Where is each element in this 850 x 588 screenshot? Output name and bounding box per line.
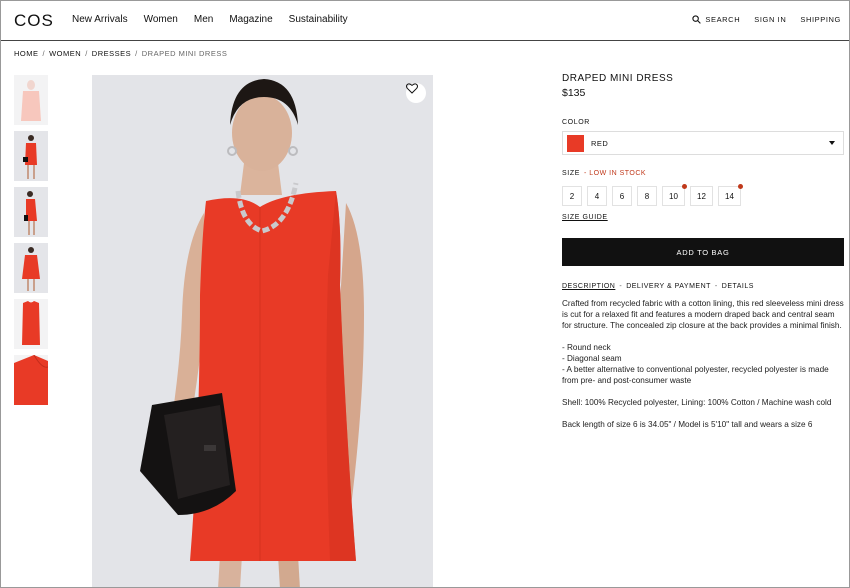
breadcrumb-home[interactable]: HOME xyxy=(14,49,39,58)
size-option-label: 10 xyxy=(669,191,678,201)
info-tabs: DESCRIPTION - DELIVERY & PAYMENT - DETAI… xyxy=(562,283,844,290)
shipping-link[interactable]: SHIPPING xyxy=(800,15,841,24)
size-selector: 2 4 6 8 10 12 14 xyxy=(562,184,844,206)
size-option-14[interactable]: 14 xyxy=(718,184,743,206)
add-to-bag-button[interactable]: ADD TO BAG xyxy=(562,238,844,266)
size-header: SIZE - LOW IN STOCK xyxy=(562,170,844,177)
low-stock-dot xyxy=(682,184,687,189)
breadcrumb-separator: / xyxy=(42,49,46,58)
logo[interactable]: COS xyxy=(14,11,54,31)
low-stock-dot xyxy=(738,184,743,189)
breadcrumb: HOME / WOMEN / DRESSES / DRAPED MINI DRE… xyxy=(14,49,227,58)
size-option-10[interactable]: 10 xyxy=(662,184,687,206)
nav-sustainability[interactable]: Sustainability xyxy=(289,14,348,25)
shipping-label: SHIPPING xyxy=(800,15,841,24)
tab-description[interactable]: DESCRIPTION xyxy=(562,283,615,290)
nav-women[interactable]: Women xyxy=(144,14,178,25)
product-main-image[interactable] xyxy=(92,75,433,587)
tab-details[interactable]: DETAILS xyxy=(722,283,754,290)
heart-icon xyxy=(406,83,418,94)
size-option-8[interactable]: 8 xyxy=(637,186,657,206)
fit-text: Back length of size 6 is 34.05" / Model … xyxy=(562,420,813,429)
chevron-down-icon xyxy=(829,141,835,145)
feature-list: - Round neck - Diagonal seam - A better … xyxy=(562,342,844,386)
thumbnail-2[interactable] xyxy=(14,131,48,181)
thumbnail-4[interactable] xyxy=(14,243,48,293)
sign-in-link[interactable]: SIGN IN xyxy=(754,15,786,24)
stock-status: - LOW IN STOCK xyxy=(583,170,647,177)
color-dropdown[interactable]: RED xyxy=(562,131,844,155)
product-description: Crafted from recycled fabric with a cott… xyxy=(562,298,844,430)
color-label: COLOR xyxy=(562,119,590,126)
thumbnail-gallery xyxy=(14,75,48,411)
thumbnail-3[interactable] xyxy=(14,187,48,237)
product-price: $135 xyxy=(562,87,586,99)
wishlist-button[interactable] xyxy=(406,83,426,103)
feature-item: - A better alternative to conventional p… xyxy=(562,365,829,385)
main-nav: New Arrivals Women Men Magazine Sustaina… xyxy=(72,14,364,25)
thumbnail-5[interactable] xyxy=(14,299,48,349)
feature-item: - Round neck xyxy=(562,343,611,352)
utility-nav: SEARCH SIGN IN SHIPPING xyxy=(678,15,841,24)
product-title: DRAPED MINI DRESS xyxy=(562,73,674,84)
size-option-label: 14 xyxy=(725,191,734,201)
composition-text: Shell: 100% Recycled polyester, Lining: … xyxy=(562,398,832,407)
size-option-4[interactable]: 4 xyxy=(587,186,607,206)
nav-magazine[interactable]: Magazine xyxy=(229,14,272,25)
description-intro: Crafted from recycled fabric with a cott… xyxy=(562,299,844,330)
tab-separator: - xyxy=(714,283,718,290)
thumbnail-6[interactable] xyxy=(14,355,48,405)
breadcrumb-separator: / xyxy=(85,49,88,58)
search-button[interactable]: SEARCH xyxy=(692,15,740,24)
breadcrumb-women[interactable]: WOMEN xyxy=(49,49,81,58)
product-details-panel: DRAPED MINI DRESS $135 COLOR RED SIZE - … xyxy=(562,73,844,441)
color-value: RED xyxy=(591,138,609,148)
feature-item: - Diagonal seam xyxy=(562,354,622,363)
sign-in-label: SIGN IN xyxy=(754,15,787,24)
breadcrumb-dresses[interactable]: DRESSES xyxy=(92,49,131,58)
breadcrumb-separator: / xyxy=(135,49,138,58)
tab-separator: - xyxy=(619,283,623,290)
search-icon xyxy=(692,15,702,24)
tab-delivery-payment[interactable]: DELIVERY & PAYMENT xyxy=(626,283,711,290)
nav-men[interactable]: Men xyxy=(194,14,213,25)
size-option-12[interactable]: 12 xyxy=(690,186,713,206)
site-header: COS New Arrivals Women Men Magazine Sust… xyxy=(1,1,849,41)
page: COS New Arrivals Women Men Magazine Sust… xyxy=(0,0,850,588)
model-illustration xyxy=(140,79,364,587)
search-label: SEARCH xyxy=(705,15,741,24)
size-option-6[interactable]: 6 xyxy=(612,186,632,206)
nav-new-arrivals[interactable]: New Arrivals xyxy=(72,14,128,25)
thumbnail-1[interactable] xyxy=(14,75,48,125)
color-swatch xyxy=(567,134,584,152)
breadcrumb-current: DRAPED MINI DRESS xyxy=(141,49,228,58)
size-guide-link[interactable]: SIZE GUIDE xyxy=(562,214,608,221)
size-option-2[interactable]: 2 xyxy=(562,186,582,206)
size-label: SIZE xyxy=(562,170,580,177)
